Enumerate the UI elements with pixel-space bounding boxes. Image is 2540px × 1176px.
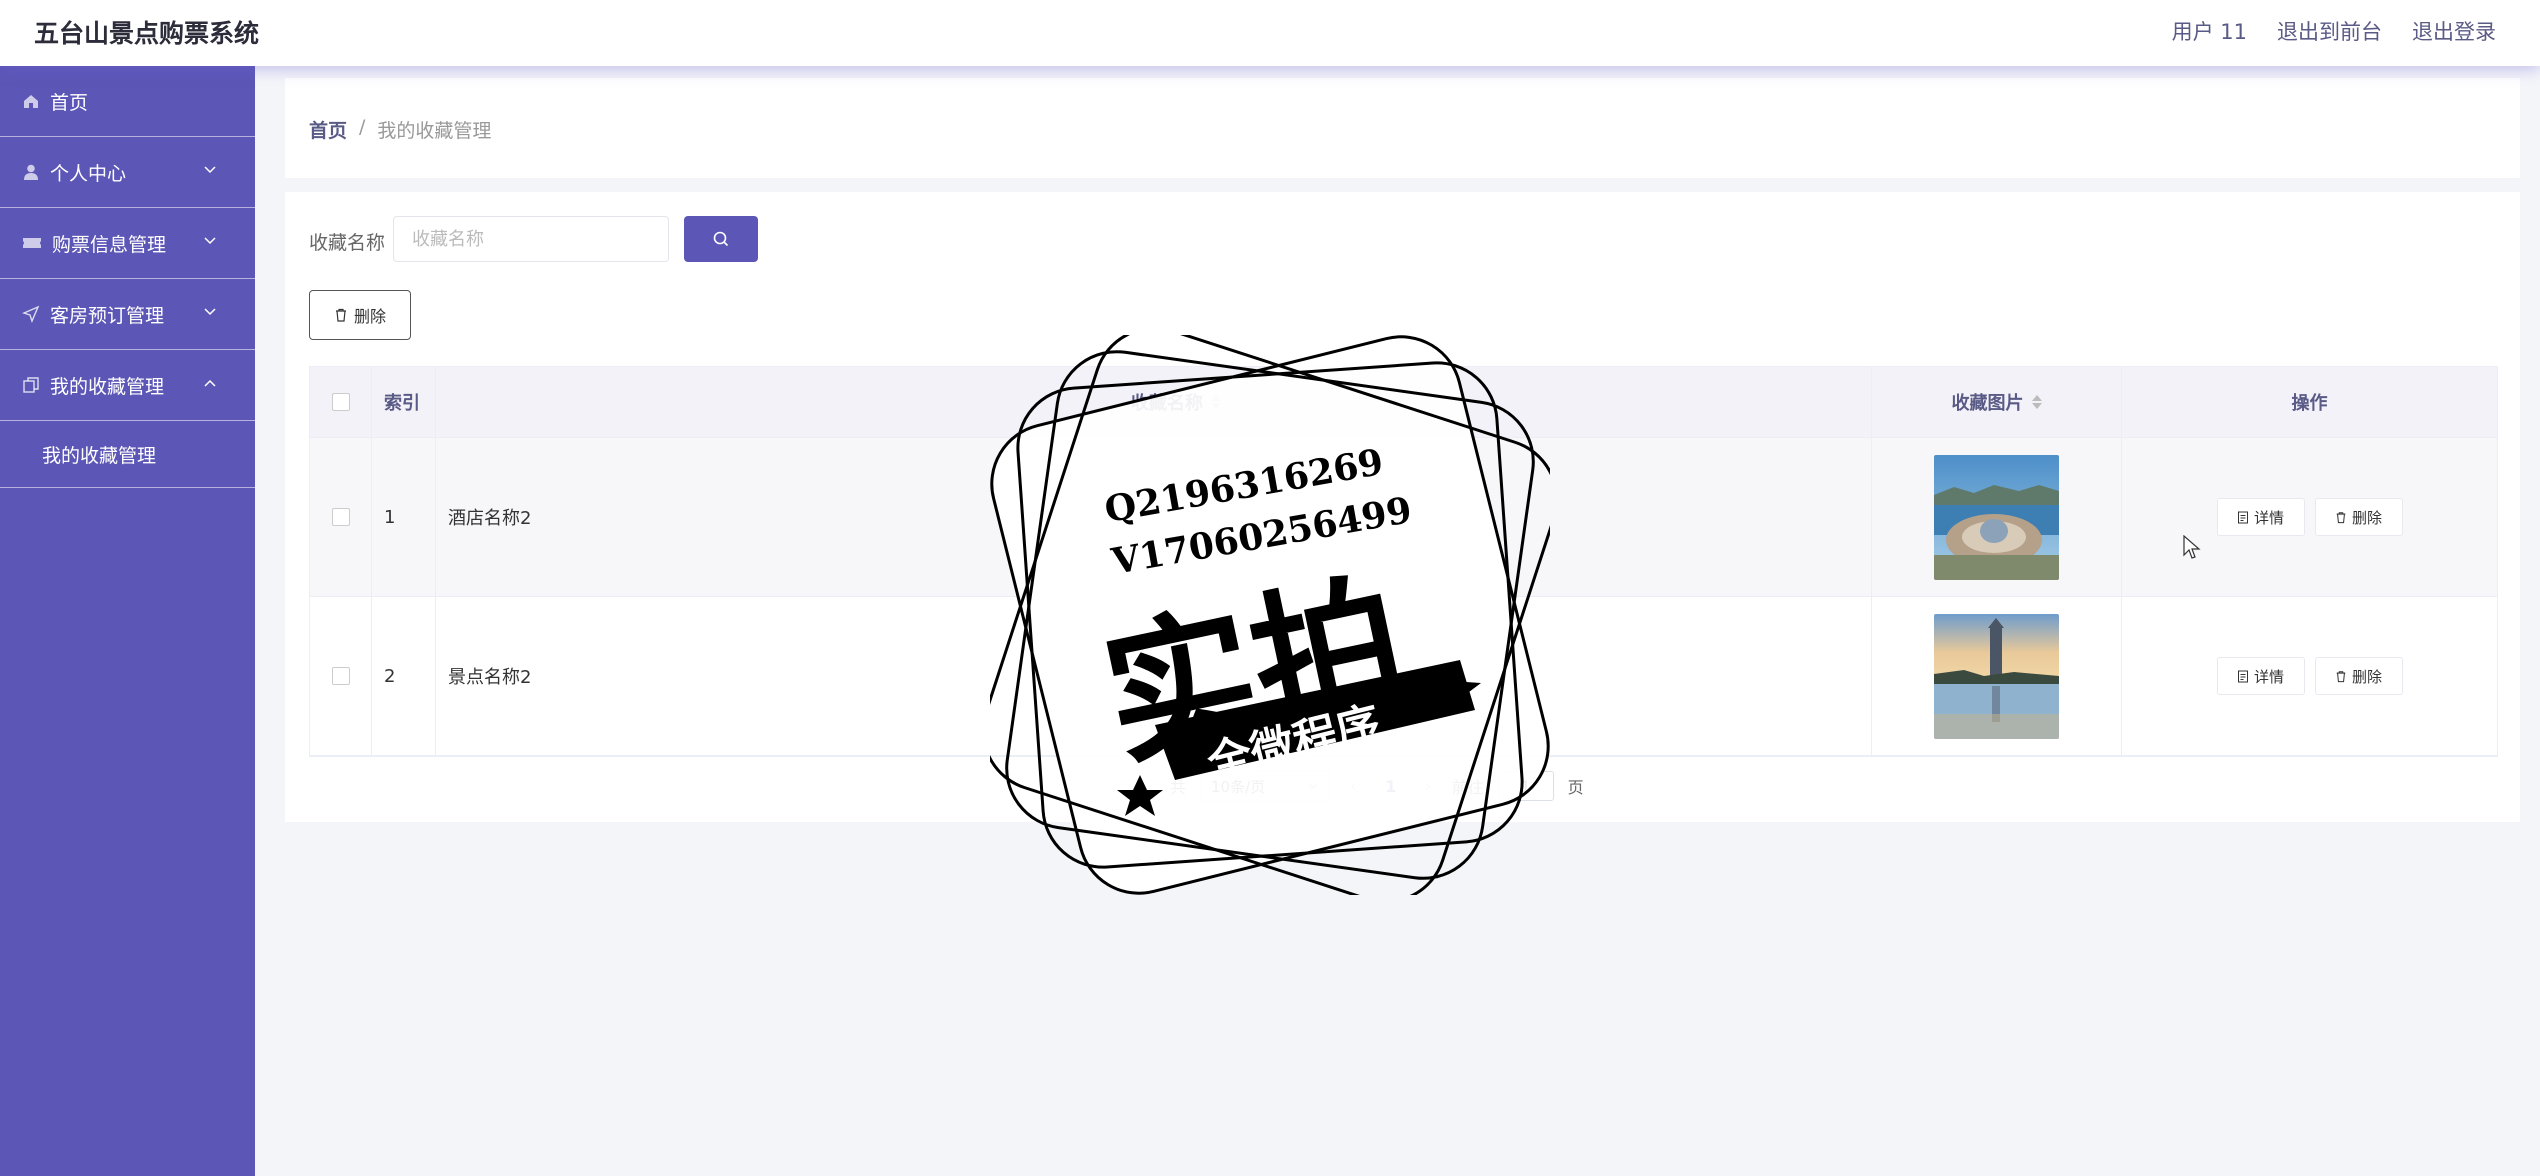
favorites-table: 索引 收藏名称 收藏图片 操作 1 酒店名称2 详情 删除 2 景点名称2 详情… [309,366,2498,757]
trash-icon [335,308,346,322]
detail-button[interactable]: 详情 [2216,498,2305,536]
sidebar-item-profile[interactable]: 个人中心 [0,137,255,208]
delete-label: 删除 [2351,508,2382,527]
sidebar-item-label: 客房预订管理 [50,304,165,327]
user-icon [24,164,38,180]
current-user-label[interactable]: 用户 11 [2172,16,2247,46]
pagination: 共 10条/页 ‹ 1 › 前往 页 [1170,770,1584,802]
sidebar: 首页 个人中心 购票信息管理 客房预订管理 我的收藏管理 我的收藏管理 [0,66,255,1176]
home-icon [24,95,38,108]
chevron-down-icon [204,308,216,316]
send-icon [22,305,40,323]
favorite-image[interactable] [1934,613,2059,739]
app-title: 五台山景点购票系统 [34,19,260,48]
chevron-down-icon [204,237,216,245]
sidebar-item-label: 首页 [50,91,89,114]
row-name: 酒店名称2 [436,438,1872,596]
row-name: 景点名称2 [436,597,1872,755]
batch-delete-button[interactable]: 删除 [309,290,411,340]
exit-to-front-link[interactable]: 退出到前台 [2277,16,2382,46]
page-suffix: 页 [1567,778,1584,797]
document-icon [2237,670,2248,682]
sidebar-subitem-favorites[interactable]: 我的收藏管理 [0,421,255,488]
column-header-name[interactable]: 收藏名称 [436,367,1872,437]
page-number[interactable]: 1 [1377,777,1404,796]
sidebar-item-label: 个人中心 [50,162,127,185]
row-index: 2 [372,597,436,755]
sort-icon[interactable] [2031,395,2042,409]
column-header-index: 索引 [372,367,436,437]
header-checkbox-cell [310,367,372,437]
search-icon [713,231,729,247]
column-header-ops: 操作 [2291,393,2328,414]
chevron-up-icon [204,379,216,387]
sort-icon[interactable] [1211,395,1221,409]
sidebar-item-label: 我的收藏管理 [50,375,165,398]
search-input[interactable] [393,216,669,262]
search-button[interactable] [684,216,758,262]
top-header: 五台山景点购票系统 用户 11 退出到前台 退出登录 [0,0,2540,66]
table-row: 2 景点名称2 详情 删除 [310,597,2497,756]
main-card: 收藏名称 删除 索引 收藏名称 收藏图片 操作 1 酒店名称2 [285,192,2520,822]
breadcrumb-card: 首页 / 我的收藏管理 [285,78,2520,178]
table-header-row: 索引 收藏名称 收藏图片 操作 [310,367,2497,438]
goto-page-input[interactable] [1497,771,1554,801]
breadcrumb-home[interactable]: 首页 [309,116,347,143]
sidebar-item-room[interactable]: 客房预订管理 [0,279,255,350]
ticket-icon [23,238,41,248]
page-size-value: 10条/页 [1211,777,1266,796]
next-page-button[interactable]: › [1418,776,1437,797]
trash-icon [2336,511,2346,523]
sidebar-item-label: 购票信息管理 [52,233,167,256]
logout-link[interactable]: 退出登录 [2412,16,2496,46]
favorite-image[interactable] [1934,454,2059,580]
page-size-select[interactable]: 10条/页 [1200,770,1331,802]
breadcrumb: 首页 / 我的收藏管理 [309,116,491,143]
delete-button[interactable]: 删除 [2314,498,2403,536]
delete-button[interactable]: 删除 [2314,657,2403,695]
document-icon [2237,511,2248,523]
header-actions: 用户 11 退出到前台 退出登录 [2172,16,2496,46]
sidebar-item-ticket[interactable]: 购票信息管理 [0,208,255,279]
row-checkbox[interactable] [331,667,350,685]
sidebar-subitem-label: 我的收藏管理 [42,444,157,467]
select-all-checkbox[interactable] [331,393,350,411]
prev-page-button[interactable]: ‹ [1344,776,1363,797]
detail-label: 详情 [2253,508,2284,527]
row-checkbox[interactable] [331,508,350,526]
column-header-image[interactable]: 收藏图片 [1872,367,2122,437]
detail-button[interactable]: 详情 [2216,657,2305,695]
row-index: 1 [372,438,436,596]
delete-label: 删除 [2351,667,2382,686]
batch-delete-label: 删除 [353,307,386,326]
sidebar-item-favorites[interactable]: 我的收藏管理 [0,350,255,421]
trash-icon [2336,670,2346,682]
sidebar-item-home[interactable]: 首页 [0,66,255,137]
detail-label: 详情 [2253,667,2284,686]
goto-label: 前往 [1451,778,1484,797]
pagination-total: 共 [1170,778,1187,797]
chevron-down-icon [1308,783,1318,789]
breadcrumb-current: 我的收藏管理 [377,120,492,142]
copy-icon [23,377,39,393]
column-header-name-label: 收藏名称 [1131,393,1203,414]
breadcrumb-separator: / [359,116,366,138]
search-label: 收藏名称 [309,232,386,254]
chevron-down-icon [204,166,216,174]
table-row: 1 酒店名称2 详情 删除 [310,438,2497,597]
column-header-image-label: 收藏图片 [1951,393,2024,414]
mouse-cursor-icon [2183,535,2201,559]
